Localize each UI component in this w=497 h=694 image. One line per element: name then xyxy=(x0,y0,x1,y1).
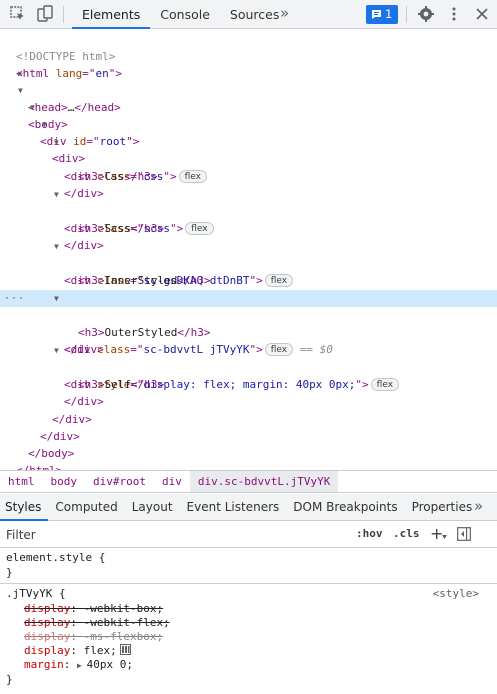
styles-pane: element.style { } .jTVyYK { <style> disp… xyxy=(0,549,497,694)
tab-elements[interactable]: Elements xyxy=(72,0,151,29)
devtools-toolbar: Elements Console Sources » 1 xyxy=(0,0,497,29)
inspect-element-icon[interactable] xyxy=(9,5,27,23)
breadcrumb-body[interactable]: body xyxy=(43,471,86,492)
issues-button[interactable]: 1 xyxy=(366,5,398,24)
flexbox-editor-icon[interactable] xyxy=(119,644,131,655)
more-tabs-button[interactable]: » xyxy=(280,4,289,22)
new-style-rule-button[interactable]: + xyxy=(430,524,443,543)
breadcrumb-html[interactable]: html xyxy=(0,471,43,492)
dom-node-close-div[interactable]: </div> xyxy=(0,324,497,356)
collapse-arrow-icon[interactable]: ▼ xyxy=(54,186,59,203)
dom-node-div-css[interactable]: ▼ <div class="css"> flex xyxy=(0,134,497,183)
collapse-arrow-icon[interactable]: ▼ xyxy=(54,238,59,255)
dom-node-close-div[interactable]: </div> xyxy=(0,272,497,304)
more-tabs-button[interactable]: » xyxy=(474,497,483,515)
close-icon[interactable] xyxy=(474,6,490,22)
toolbar-divider xyxy=(63,6,64,23)
dom-node-root[interactable]: ▼ <div id="root"> xyxy=(0,99,497,148)
chevron-down-icon[interactable] xyxy=(442,535,447,539)
tab-properties[interactable]: Properties xyxy=(405,494,480,521)
dom-tree: <!DOCTYPE html> <html lang="en"> ▶ <head… xyxy=(0,30,497,477)
rule-selector[interactable]: .jTVyYK { xyxy=(6,587,66,601)
declaration[interactable]: display: -webkit-flex; xyxy=(24,616,170,630)
tab-computed[interactable]: Computed xyxy=(48,494,124,521)
declaration[interactable]: margin: ▶ 40px 0; xyxy=(24,658,133,672)
dom-node-close-div[interactable]: </div> xyxy=(0,394,497,426)
expand-arrow-icon[interactable]: ▶ xyxy=(18,65,23,82)
dom-node-div-inner[interactable]: ▼ <div class="sc-gsDKAQ dtDnBT"> flex xyxy=(0,238,497,287)
dom-node-close-body[interactable]: </body> xyxy=(0,428,497,460)
collapse-arrow-icon[interactable]: ▼ xyxy=(54,134,59,151)
expand-arrow-icon[interactable]: ▶ xyxy=(77,661,87,670)
breadcrumb-div-root[interactable]: div#root xyxy=(85,471,154,492)
rule-source-link[interactable]: <style> xyxy=(433,587,479,601)
declaration[interactable]: display: flex; xyxy=(24,644,131,658)
collapse-arrow-icon[interactable]: ▼ xyxy=(54,290,59,307)
rule-selector[interactable]: element.style { xyxy=(6,551,105,565)
sidebar-tabs: Styles Computed Layout Event Listeners D… xyxy=(0,494,497,521)
collapse-arrow-icon[interactable]: ▼ xyxy=(54,342,59,359)
collapse-arrow-icon[interactable]: ▼ xyxy=(18,82,23,99)
dom-node-div-self[interactable]: ▼ <div style="display: flex; margin: 40p… xyxy=(0,342,497,391)
dom-node-h3[interactable]: <h3>Css</h3> xyxy=(0,151,497,183)
dom-node-html[interactable]: <html lang="en"> xyxy=(0,48,497,80)
styles-filter-bar: :hov .cls + xyxy=(0,522,497,548)
dom-node-close-div[interactable]: </div> xyxy=(0,220,497,252)
rule-close-brace: } xyxy=(6,566,13,579)
breadcrumb: html body div#root div div.sc-bdvvtL.jTV… xyxy=(0,470,497,493)
node-actions-icon[interactable]: ··· xyxy=(4,290,25,307)
issues-count: 1 xyxy=(385,7,393,21)
dom-node-close-root[interactable]: </div> xyxy=(0,411,497,443)
dom-node-close-div[interactable]: </div> xyxy=(0,168,497,200)
filter-input[interactable] xyxy=(6,526,336,544)
divider xyxy=(0,583,497,584)
toggle-sidebar-icon[interactable] xyxy=(457,527,471,541)
collapse-arrow-icon[interactable]: ▼ xyxy=(42,116,47,133)
dom-node-h3[interactable]: <h3>InnerStyled</h3> xyxy=(0,255,497,287)
tab-styles[interactable]: Styles xyxy=(0,494,49,521)
hov-toggle[interactable]: :hov xyxy=(356,527,383,540)
message-icon xyxy=(372,10,381,19)
dom-node-h3[interactable]: <h3>Scss</h3> xyxy=(0,203,497,235)
device-toolbar-icon[interactable] xyxy=(36,5,54,23)
toolbar-divider xyxy=(406,6,407,23)
declaration[interactable]: display: -ms-flexbox; xyxy=(24,630,163,644)
dom-node-h3[interactable]: <h3>Self</h3> xyxy=(0,359,497,391)
rule-close-brace: } xyxy=(6,673,13,686)
tab-sources[interactable]: Sources xyxy=(220,0,289,29)
breadcrumb-selected-div[interactable]: div.sc-bdvvtL.jTVyYK xyxy=(189,471,339,492)
dom-node-h3[interactable]: <h3>OuterStyled</h3> xyxy=(0,307,497,339)
settings-gear-icon[interactable] xyxy=(417,5,435,23)
dom-node-close-div[interactable]: </div> xyxy=(0,376,497,408)
tab-dom-breakpoints[interactable]: DOM Breakpoints xyxy=(286,494,404,521)
dom-node-body[interactable]: ▼ <body> xyxy=(0,82,497,131)
main-tabs: Elements Console Sources xyxy=(72,0,289,29)
cls-toggle[interactable]: .cls xyxy=(393,527,420,540)
dom-node-div-scss[interactable]: ▼ <div class="scss"> flex xyxy=(0,186,497,235)
tab-event-listeners[interactable]: Event Listeners xyxy=(180,494,287,521)
collapse-arrow-icon[interactable]: ▼ xyxy=(30,99,35,116)
dom-node-div[interactable]: ▼ <div> xyxy=(0,116,497,165)
dom-node-doctype[interactable]: <!DOCTYPE html> xyxy=(0,31,497,63)
dom-node-close-html[interactable]: </html> xyxy=(0,445,497,477)
dom-node-div-outer-selected[interactable]: ··· ▼ <div class="sc-bdvvtL jTVyYK"> flex… xyxy=(0,290,497,356)
breadcrumb-div[interactable]: div xyxy=(154,471,190,492)
more-options-icon[interactable] xyxy=(451,5,457,23)
dom-node-head[interactable]: ▶ <head>…</head> xyxy=(0,65,497,114)
tab-console[interactable]: Console xyxy=(150,0,220,29)
tab-layout[interactable]: Layout xyxy=(125,494,180,521)
declaration[interactable]: display: -webkit-box; xyxy=(24,602,163,616)
